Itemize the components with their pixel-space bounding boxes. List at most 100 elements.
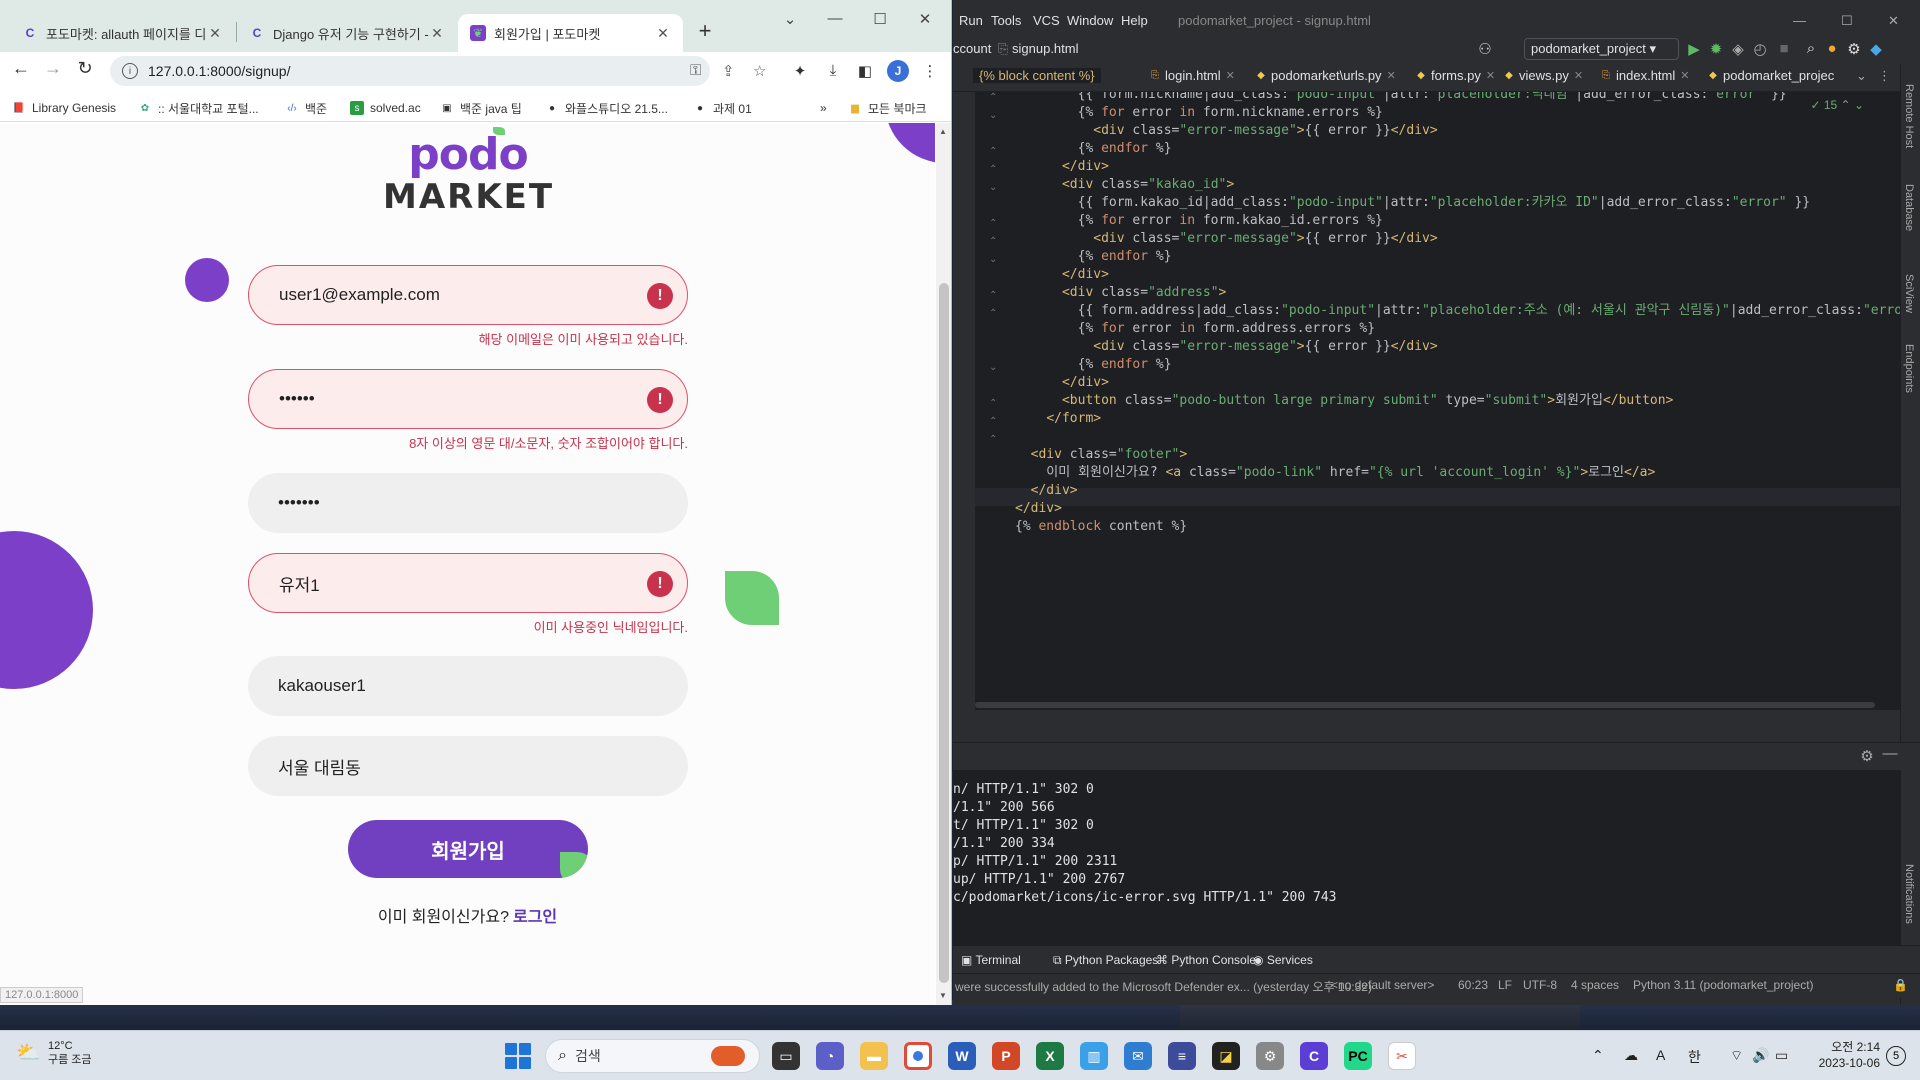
settings-icon[interactable]: ⚙ <box>1845 40 1863 58</box>
run-config-select[interactable]: podomarket_project ▾ <box>1524 38 1679 60</box>
lock-icon[interactable]: 🔒 <box>1893 978 1908 992</box>
bookmark-item[interactable]: ▣ 백준 java 팁 <box>440 98 522 118</box>
editor-hscroll[interactable] <box>975 702 1875 708</box>
chevron-up-icon[interactable]: ⌃ <box>1592 1047 1604 1064</box>
tab-django-user[interactable]: C Django 유저 기능 구현하기 - ✕ <box>237 14 457 52</box>
scroll-up-icon[interactable]: ▲ <box>939 127 947 136</box>
taskbar-search[interactable]: ⌕ 검색 <box>545 1039 760 1073</box>
bookmark-folder[interactable]: ▆ 모든 북마크 <box>848 98 926 118</box>
signup-submit-button[interactable]: 회원가입 <box>348 820 588 878</box>
close-icon[interactable]: ✕ <box>1680 69 1689 82</box>
font-icon[interactable]: A <box>1656 1047 1665 1063</box>
bookmark-item[interactable]: ✿:: 서울대학교 포털... <box>138 98 259 118</box>
extensions-icon[interactable]: ✦ <box>790 62 810 80</box>
menu-tools[interactable]: Tools <box>991 13 1021 28</box>
bookmark-item[interactable]: ‹/› 백준 <box>285 98 327 118</box>
onedrive-icon[interactable]: ☁ <box>1624 1047 1638 1064</box>
excel-icon[interactable]: X <box>1036 1042 1064 1070</box>
bookmark-item[interactable]: ● 과제 01 <box>693 98 752 118</box>
menu-help[interactable]: Help <box>1121 13 1148 28</box>
star-icon[interactable]: ☆ <box>753 62 766 80</box>
password-field[interactable]: •••••• ! <box>248 369 688 429</box>
scroll-thumb[interactable] <box>939 283 949 983</box>
word-icon[interactable]: W <box>948 1042 976 1070</box>
menu-run[interactable]: Run <box>959 13 983 28</box>
status-indent[interactable]: 4 spaces <box>1571 978 1619 992</box>
tab-allauth[interactable]: C 포도마켓: allauth 페이지를 디 ✕ <box>10 14 235 52</box>
weather-widget[interactable]: ⛅ 12°C 구름 조금 <box>16 1039 92 1067</box>
tabs-dropdown-icon[interactable]: ⌄ <box>1856 68 1867 84</box>
reload-icon[interactable]: ↻ <box>74 58 96 79</box>
close-icon[interactable]: ✕ <box>207 25 223 42</box>
breadcrumb-folder[interactable]: ccount <box>953 41 991 56</box>
kakao-id-field[interactable]: kakaouser1 <box>248 656 688 716</box>
profile-avatar[interactable]: J <box>887 60 909 82</box>
close-icon[interactable]: ✕ <box>429 25 445 42</box>
address-bar[interactable]: i 127.0.0.1:8000/signup/ ⚿ ⇪ ☆ <box>110 56 766 86</box>
teams-chat-icon[interactable]: ◔ <box>816 1042 844 1070</box>
search-icon[interactable]: ⌕ <box>1802 40 1820 57</box>
run-icon[interactable]: ▶ <box>1685 40 1703 58</box>
forward-arrow-icon[interactable]: → <box>42 58 64 79</box>
site-info-icon[interactable]: i <box>122 63 138 79</box>
editor-tab[interactable]: ⎘ index.html ✕ <box>1600 68 1689 83</box>
email-field[interactable]: user1@example.com ! <box>248 265 688 325</box>
terminal-output[interactable]: n/ HTTP/1.1" 302 0 /1.1" 200 566 t/ HTTP… <box>953 770 1900 945</box>
pycharm-icon[interactable]: PC <box>1344 1042 1372 1070</box>
status-line-separator[interactable]: LF <box>1498 978 1512 992</box>
user-icon[interactable]: ⚇ <box>1476 40 1494 58</box>
bookmarks-overflow-icon[interactable]: » <box>820 98 827 118</box>
minimize-icon[interactable]: — <box>825 10 845 27</box>
volume-icon[interactable]: 🔊 <box>1752 1047 1769 1064</box>
address-field[interactable]: 서울 대림동 <box>248 736 688 796</box>
coverage-icon[interactable]: ◈ <box>1729 40 1747 58</box>
breadcrumb-file[interactable]: ⎘ signup.html <box>998 41 1079 57</box>
maximize-icon[interactable]: ☐ <box>1841 13 1853 29</box>
close-window-icon[interactable]: ✕ <box>915 10 935 28</box>
editor-tab-active[interactable]: {% block content %} <box>973 68 1101 83</box>
more-menu-icon[interactable]: ⋮ <box>920 62 940 80</box>
sciview-tool[interactable]: SciView <box>1903 274 1915 313</box>
bookmark-item[interactable]: s solved.ac <box>350 98 421 118</box>
tab-services[interactable]: ◉ Services <box>1253 953 1313 967</box>
code-editor[interactable]: ⌃ ⌄ ⌃ ⌃ ⌄ ⌃ ⌃ ⌄ ⌃ ⌃ ⌄ ⌃ ⌃ ⌃ ✓ 15 ⌃ ⌄ {{ … <box>975 92 1900 710</box>
system-clock[interactable]: 오전 2:14 2023-10-06 <box>1800 1039 1880 1071</box>
wifi-icon[interactable]: ⌔ <box>1730 1047 1743 1065</box>
tab-terminal[interactable]: ▣ Terminal <box>961 953 1021 967</box>
settings-icon[interactable]: ⚙ <box>1256 1042 1284 1070</box>
hide-panel-icon[interactable]: — <box>1881 745 1899 762</box>
ime-indicator[interactable]: 한 <box>1688 1047 1701 1067</box>
store-icon[interactable]: ▥ <box>1080 1042 1108 1070</box>
status-message[interactable]: were successfully added to the Microsoft… <box>955 978 1372 995</box>
editor-tab[interactable]: ⎘ login.html ✕ <box>1149 68 1235 83</box>
powerpoint-icon[interactable]: P <box>992 1042 1020 1070</box>
status-encoding[interactable]: UTF-8 <box>1523 978 1557 992</box>
password-confirm-field[interactable]: ••••••• <box>248 473 688 533</box>
chrome-icon[interactable] <box>904 1042 932 1070</box>
tab-python-packages[interactable]: ⧉ Python Packages <box>1053 953 1158 968</box>
download-icon[interactable]: ⤓ <box>823 62 843 79</box>
notifications-tool[interactable]: Notifications <box>1903 864 1915 924</box>
page-scrollbar[interactable]: ▲ ▼ <box>936 123 951 1005</box>
more-icon[interactable]: ⋮ <box>1878 68 1891 84</box>
mail-icon[interactable]: ✉ <box>1124 1042 1152 1070</box>
status-position[interactable]: 60:23 <box>1458 978 1488 992</box>
scroll-down-icon[interactable]: ▼ <box>939 991 947 1000</box>
key-icon[interactable]: ⚿ <box>690 62 701 79</box>
tab-search-icon[interactable]: ⌄ <box>780 10 800 28</box>
tab-signup[interactable]: ❦ 회원가입 | 포도마켓 ✕ <box>458 14 683 52</box>
nickname-field[interactable]: 유저1 ! <box>248 553 688 613</box>
status-server[interactable]: <no default server> <box>1331 978 1434 992</box>
endpoints-tool[interactable]: Endpoints <box>1903 344 1915 393</box>
editor-tab[interactable]: ◆ views.py ✕ <box>1503 68 1583 83</box>
task-view-icon[interactable]: ▭ <box>772 1042 800 1070</box>
c-app-icon[interactable]: C <box>1300 1042 1328 1070</box>
file-explorer-icon[interactable]: ▬ <box>860 1042 888 1070</box>
update-icon[interactable]: ● <box>1823 40 1841 57</box>
status-interpreter[interactable]: Python 3.11 (podomarket_project) <box>1633 978 1814 992</box>
minimize-icon[interactable]: — <box>1793 13 1806 28</box>
notification-badge[interactable]: 5 <box>1886 1046 1906 1066</box>
debug-icon[interactable]: ✹ <box>1707 40 1725 58</box>
notepad-icon[interactable]: ≡ <box>1168 1042 1196 1070</box>
back-arrow-icon[interactable]: ← <box>10 58 32 79</box>
